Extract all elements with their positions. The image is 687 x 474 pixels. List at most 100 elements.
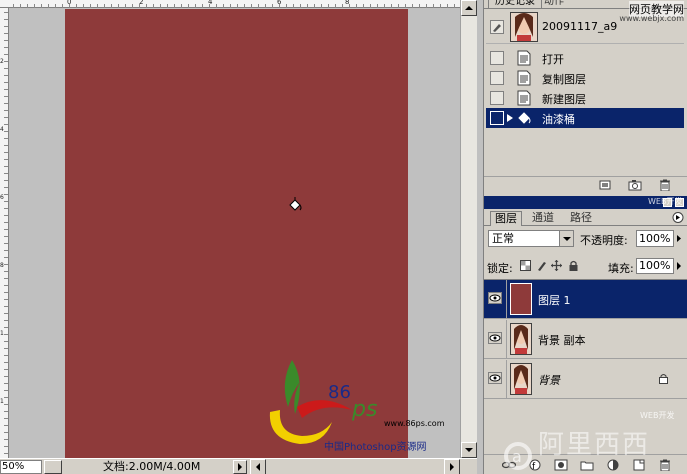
ruler-tick [4,271,8,272]
lock-transparency-icon[interactable] [520,260,531,271]
ruler-tick [4,264,8,265]
lock-pixels-icon[interactable] [536,260,547,271]
lock-position-icon[interactable] [551,260,562,271]
ruler-number: 6 [0,194,4,201]
history-state-new-layer[interactable]: 新建图层 [486,88,684,108]
eye-icon[interactable] [488,292,502,304]
ruler-tick [454,4,455,8]
ruler-tick [4,257,8,258]
zoom-field[interactable]: 50% [0,460,42,474]
scroll-up-button[interactable] [461,0,477,16]
history-source-box[interactable] [490,111,504,125]
scroll-right-button[interactable] [444,459,460,474]
layer-row-layer1[interactable]: 图层 1 [484,280,687,319]
history-state-label: 打开 [542,53,564,66]
ruler-tick [202,4,203,8]
ruler-tick [328,4,329,8]
tab-layers[interactable]: 图层 [490,211,522,226]
tab-paths[interactable]: 路径 [566,211,596,226]
ruler-tick [4,320,8,321]
logo-ps-text: ps [351,397,377,422]
ruler-tick [4,369,8,370]
opacity-field[interactable]: 100% [636,230,674,247]
history-state-open[interactable]: 打开 [486,48,684,68]
history-state-duplicate-layer[interactable]: 复制图层 [486,68,684,88]
web-dev-watermark: WEB开发 [640,411,675,420]
ruler-tick [4,173,8,174]
ruler-tick [237,4,238,8]
86ps-logo: 86 ps www.86ps.com 中国Photoshop资源网 [269,360,445,452]
palettes-area: 历史记录 动作 网页教学网 www.webjx.com 20091117_a9 [483,0,687,474]
ruler-tick [4,362,8,363]
fill-slider-arrow-icon[interactable] [675,258,685,274]
status-options-button[interactable] [44,460,62,474]
blend-mode-select[interactable]: 正常 [488,230,574,247]
history-source-box[interactable] [490,51,504,65]
history-source-box[interactable] [490,71,504,85]
ruler-tick [398,4,399,8]
trash-icon[interactable] [658,459,672,471]
ruler-tick [4,194,8,195]
opacity-slider-arrow-icon[interactable] [675,230,685,247]
eye-icon[interactable] [488,332,502,344]
trash-icon[interactable] [658,179,672,191]
ruler-tick [139,4,140,8]
arrow-down-icon [465,448,473,452]
vertical-scrollbar[interactable] [460,0,477,458]
fill-field[interactable]: 100% [636,258,674,274]
logo-86-text: 86 [328,382,351,403]
palette-menu-icon[interactable] [672,212,684,223]
history-state-label: 油漆桶 [542,113,575,126]
tab-history[interactable]: 历史记录 [488,0,542,9]
history-brush-icon [490,20,504,34]
current-state-arrow-icon [507,114,513,122]
logo-caption: 中国Photoshop资源网 [324,440,427,452]
ruler-tick [440,4,441,8]
ruler-tick [4,229,8,230]
eye-icon[interactable] [488,372,502,384]
history-snapshot[interactable]: 20091117_a9 [486,10,684,44]
ruler-tick [4,327,8,328]
ruler-tick [286,4,287,8]
ruler-tick [4,103,8,104]
ruler-tick [4,82,8,83]
ruler-tick [4,40,8,41]
ruler-tick [300,4,301,8]
tab-channels[interactable]: 通道 [528,211,558,226]
ruler-tick [4,348,8,349]
lock-all-icon[interactable] [568,260,579,271]
alixixi-watermark-text: 阿里西西 [538,430,651,460]
history-source-box[interactable] [490,91,504,105]
ruler-tick [20,4,21,8]
ruler-tick [370,4,371,8]
ruler-tick [4,236,8,237]
snapshot-camera-icon[interactable] [628,179,642,191]
ruler-tick [4,355,8,356]
ruler-tick [104,4,105,8]
document-icon [517,70,531,86]
scroll-down-button[interactable] [461,442,477,458]
layer-row-background-copy[interactable]: 背景 副本 [484,320,687,359]
ruler-tick [265,4,266,8]
ruler-tick [4,334,8,335]
scroll-left-button[interactable] [250,459,266,474]
ruler-tick [419,4,420,8]
history-state-paint-bucket[interactable]: 油漆桶 [486,108,684,128]
ruler-tick [167,4,168,8]
ruler-tick [4,152,8,153]
tab-actions[interactable]: 动作 [538,0,570,9]
ruler-tick [4,26,8,27]
status-menu-button[interactable] [233,460,247,474]
arrow-right-icon [238,463,242,471]
ruler-tick [4,299,8,300]
snapshot-thumbnail [510,12,538,42]
new-document-from-state-icon[interactable] [598,179,612,191]
link-layers-icon[interactable] [502,459,516,471]
ruler-tick [363,4,364,8]
blend-mode-dropdown-button[interactable] [559,231,573,246]
ruler-tick [4,201,8,202]
ruler-tick [4,278,8,279]
row-separator [506,320,507,359]
logo-url: www.86ps.com [384,419,445,428]
layer-row-background[interactable]: 背景 [484,360,687,399]
